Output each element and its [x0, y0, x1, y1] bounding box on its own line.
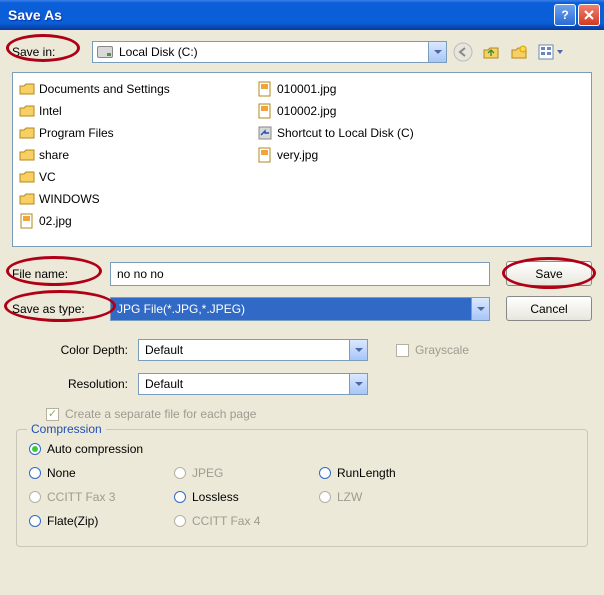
- file-icon: [19, 213, 35, 229]
- radio-label: LZW: [337, 490, 362, 504]
- file-name: very.jpg: [277, 148, 318, 162]
- radio-label: CCITT Fax 4: [192, 514, 260, 528]
- resolution-combo[interactable]: Default: [138, 373, 368, 395]
- list-item[interactable]: 02.jpg: [19, 211, 239, 231]
- chevron-down-icon[interactable]: [349, 340, 367, 360]
- new-folder-button[interactable]: [507, 40, 531, 64]
- radio-icon: [319, 467, 331, 479]
- radio-option[interactable]: RunLength: [319, 466, 464, 480]
- chevron-down-icon[interactable]: [428, 42, 446, 62]
- file-name: 010001.jpg: [277, 82, 336, 96]
- colordepth-value: Default: [145, 343, 183, 357]
- list-item[interactable]: VC: [19, 167, 239, 187]
- list-item[interactable]: 010001.jpg: [257, 79, 477, 99]
- close-button[interactable]: [578, 4, 600, 26]
- titlebar: Save As ?: [0, 0, 604, 30]
- radio-option: CCITT Fax 3: [29, 490, 174, 504]
- list-item[interactable]: Program Files: [19, 123, 239, 143]
- radio-option[interactable]: None: [29, 466, 174, 480]
- radio-option[interactable]: Flate(Zip): [29, 514, 174, 528]
- file-icon: [257, 81, 273, 97]
- file-name: WINDOWS: [39, 192, 100, 206]
- shortcut-icon: [257, 125, 273, 141]
- help-button[interactable]: ?: [554, 4, 576, 26]
- colordepth-label: Color Depth:: [42, 343, 138, 357]
- back-button[interactable]: [451, 40, 475, 64]
- window-title: Save As: [8, 7, 552, 23]
- radio-label: Lossless: [192, 490, 239, 504]
- checkbox-icon: [46, 408, 59, 421]
- list-item[interactable]: Documents and Settings: [19, 79, 239, 99]
- folder-icon: [19, 169, 35, 185]
- file-icon: [257, 103, 273, 119]
- file-name: Program Files: [39, 126, 114, 140]
- radio-icon: [29, 467, 41, 479]
- savetype-combo[interactable]: JPG File(*.JPG,*.JPEG): [110, 297, 490, 321]
- file-name: 010002.jpg: [277, 104, 336, 118]
- compression-legend: Compression: [27, 422, 106, 436]
- radio-icon: [29, 491, 41, 503]
- grayscale-checkbox: Grayscale: [396, 343, 469, 357]
- file-list[interactable]: Documents and Settings Intel Program Files…: [12, 72, 592, 247]
- file-name: share: [39, 148, 69, 162]
- close-icon: [583, 9, 595, 21]
- list-item[interactable]: Intel: [19, 101, 239, 121]
- radio-label: JPEG: [192, 466, 223, 480]
- file-name: VC: [39, 170, 56, 184]
- save-in-combo[interactable]: Local Disk (C:): [92, 41, 447, 63]
- radio-icon: [174, 515, 186, 527]
- folder-icon: [19, 81, 35, 97]
- file-name: 02.jpg: [39, 214, 72, 228]
- resolution-label: Resolution:: [42, 377, 138, 391]
- file-icon: [257, 147, 273, 163]
- grayscale-label: Grayscale: [415, 343, 469, 357]
- radio-option[interactable]: Lossless: [174, 490, 319, 504]
- radio-option[interactable]: Auto compression: [29, 442, 575, 456]
- savetype-label: Save as type:: [12, 302, 110, 316]
- radio-option: LZW: [319, 490, 464, 504]
- file-name: Intel: [39, 104, 62, 118]
- list-item[interactable]: very.jpg: [257, 145, 477, 165]
- compression-group: Compression Auto compressionNoneJPEGRunL…: [16, 429, 588, 547]
- list-item[interactable]: Shortcut to Local Disk (C): [257, 123, 477, 143]
- radio-label: RunLength: [337, 466, 396, 480]
- radio-label: Flate(Zip): [47, 514, 98, 528]
- folder-icon: [19, 103, 35, 119]
- file-name: Shortcut to Local Disk (C): [277, 126, 414, 140]
- savetype-value: JPG File(*.JPG,*.JPEG): [117, 302, 245, 316]
- radio-icon: [174, 467, 186, 479]
- cancel-button[interactable]: Cancel: [506, 296, 592, 321]
- radio-icon: [29, 443, 41, 455]
- radio-label: Auto compression: [47, 442, 143, 456]
- checkbox-icon: [396, 344, 409, 357]
- radio-icon: [29, 515, 41, 527]
- filename-label: File name:: [12, 267, 110, 281]
- file-name: Documents and Settings: [39, 82, 170, 96]
- list-item[interactable]: share: [19, 145, 239, 165]
- folder-icon: [19, 147, 35, 163]
- resolution-value: Default: [145, 377, 183, 391]
- radio-option: CCITT Fax 4: [174, 514, 319, 528]
- list-item[interactable]: WINDOWS: [19, 189, 239, 209]
- chevron-down-icon[interactable]: [471, 298, 489, 320]
- radio-icon: [174, 491, 186, 503]
- chevron-down-icon[interactable]: [349, 374, 367, 394]
- radio-label: CCITT Fax 3: [47, 490, 115, 504]
- folder-icon: [19, 191, 35, 207]
- folder-icon: [19, 125, 35, 141]
- views-button[interactable]: [535, 40, 567, 64]
- radio-label: None: [47, 466, 76, 480]
- save-in-value: Local Disk (C:): [119, 45, 198, 59]
- radio-option: JPEG: [174, 466, 319, 480]
- disk-icon: [97, 46, 113, 58]
- radio-icon: [319, 491, 331, 503]
- save-button[interactable]: Save: [506, 261, 592, 286]
- list-item[interactable]: 010002.jpg: [257, 101, 477, 121]
- save-in-label: Save in:: [12, 45, 92, 59]
- filename-input[interactable]: [110, 262, 490, 286]
- colordepth-combo[interactable]: Default: [138, 339, 368, 361]
- separate-page-checkbox: Create a separate file for each page: [46, 407, 592, 421]
- up-folder-button[interactable]: [479, 40, 503, 64]
- separate-page-label: Create a separate file for each page: [65, 407, 256, 421]
